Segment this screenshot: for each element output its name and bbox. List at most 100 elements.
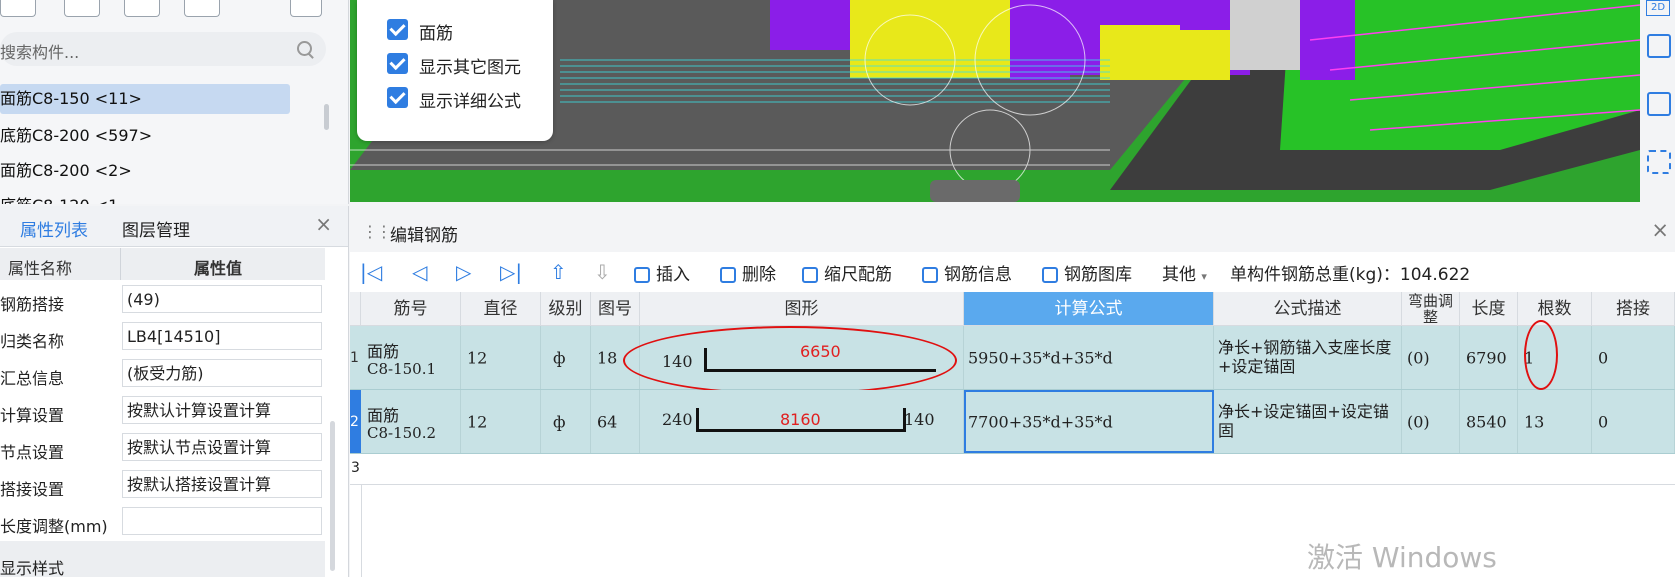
component-item[interactable]: 面筋C8-200 <2> [0, 156, 290, 186]
description-cell[interactable]: 净长+钢筋锚入支座长度+设定锚固 [1214, 326, 1402, 389]
column-header[interactable]: 计算公式 [964, 292, 1214, 326]
bend-cell[interactable]: (0) [1402, 326, 1460, 389]
insert-label: 插入 [656, 265, 690, 285]
scrollbar[interactable] [324, 104, 329, 130]
next-row-icon[interactable]: ▷ [456, 260, 471, 284]
column-header[interactable]: 图形 [640, 292, 964, 326]
copy-icon[interactable] [64, 0, 100, 17]
property-value[interactable]: 按默认节点设置计算 [122, 433, 322, 461]
column-header[interactable]: 根数 [1518, 292, 1592, 326]
table-row[interactable]: 1 面筋 C8-150.1 12 ф 18 140 6650 5950+35*d… [350, 320, 1675, 395]
library-label: 钢筋图库 [1064, 265, 1132, 285]
prev-row-icon[interactable]: ◁ [412, 260, 427, 284]
table-row[interactable]: 3 [350, 454, 1675, 485]
property-group-row[interactable]: 显示样式 [0, 541, 325, 577]
move-down-icon: ⇩ [594, 260, 611, 284]
figure-no-cell[interactable]: 64 [591, 390, 640, 453]
new-component-icon[interactable] [0, 0, 36, 17]
column-header[interactable]: 图号 [591, 292, 640, 326]
property-row: 钢筋搭接 (49) [0, 282, 325, 319]
formula-cell[interactable]: 7700+35*d+35*d [964, 390, 1214, 453]
other-menu-button[interactable]: 其他 ▾ [1162, 260, 1207, 285]
zoom-extent-icon[interactable] [1647, 150, 1671, 174]
lap-value: 0 [1598, 348, 1609, 367]
editor-titlebar: ⋮⋮ 编辑钢筋 × [350, 210, 1675, 252]
drag-handle-icon[interactable]: ⋮⋮ [362, 222, 392, 241]
property-name: 节点设置 [0, 443, 65, 462]
description-value: 净长+设定锚固+设定锚固 [1218, 402, 1389, 440]
more-icon[interactable] [290, 0, 322, 17]
lap-cell[interactable]: 0 [1592, 326, 1675, 389]
column-header[interactable]: 公式描述 [1214, 292, 1402, 326]
checkbox-icon[interactable] [387, 53, 408, 74]
close-icon[interactable]: × [1651, 218, 1669, 242]
component-item[interactable]: 底筋C8-120 <1 [0, 191, 290, 204]
shape-cell[interactable]: 140 6650 [623, 326, 964, 395]
delete-icon[interactable] [124, 0, 160, 17]
length-cell[interactable]: 8540 [1460, 390, 1518, 453]
lap-cell[interactable]: 0 [1592, 390, 1675, 453]
rebar-name: 面筋 [367, 342, 400, 361]
diameter-cell[interactable]: 12 [461, 390, 541, 453]
length-value: 8540 [1466, 412, 1507, 431]
move-up-icon[interactable]: ⇧ [550, 260, 567, 284]
insert-button[interactable]: 插入 [634, 260, 690, 285]
column-header[interactable]: 弯曲调整 [1402, 292, 1460, 326]
2d-view-button[interactable]: 2D [1646, 0, 1670, 16]
count-cell[interactable]: 1 [1518, 320, 1592, 390]
property-name: 计算设置 [0, 406, 65, 425]
grade-cell[interactable]: ф [541, 390, 591, 453]
column-header: 属性名称 [8, 259, 73, 278]
property-value[interactable] [122, 507, 322, 535]
component-item[interactable]: 面筋C8-150 <11> [0, 84, 290, 114]
column-header[interactable]: 级别 [541, 292, 591, 326]
last-row-icon[interactable]: ▷| [500, 260, 522, 284]
property-tabs: 属性列表 图层管理 × [0, 206, 348, 251]
rebar-name-cell[interactable]: 面筋 C8-150.1 [361, 326, 461, 389]
3d-box-icon[interactable] [1647, 34, 1671, 58]
diameter-cell[interactable]: 12 [461, 326, 541, 389]
scrollbar[interactable] [330, 421, 335, 571]
length-cell[interactable]: 6790 [1460, 326, 1518, 389]
count-cell[interactable]: 13 [1518, 390, 1592, 453]
column-header[interactable]: 直径(mm) [461, 292, 541, 326]
property-value[interactable]: LB4[14510] [122, 322, 322, 350]
checkbox-icon[interactable] [387, 19, 408, 40]
table-row[interactable]: 2 面筋 C8-150.2 12 ф 64 240 8160 140 7700+… [350, 390, 1675, 454]
tab-layer-manager[interactable]: 图层管理 [122, 216, 190, 241]
rebar-library-button[interactable]: 钢筋图库 [1042, 260, 1132, 285]
count-value: 13 [1524, 412, 1545, 431]
shape-cell[interactable]: 240 8160 140 [640, 390, 964, 453]
column-header[interactable]: 长度 [1460, 292, 1518, 326]
first-row-icon[interactable]: |◁ [360, 260, 382, 284]
scale-rebar-button[interactable]: 缩尺配筋 [802, 260, 892, 285]
column-header: 属性值 [194, 259, 243, 278]
column-header[interactable]: 筋号 [361, 292, 461, 326]
grade-value: ф [553, 348, 566, 367]
formula-value: 5950+35*d+35*d [968, 348, 1113, 367]
row-number[interactable]: 3 [351, 460, 360, 476]
copy-to-floor-icon[interactable] [184, 0, 220, 17]
library-icon [1042, 267, 1058, 283]
component-item[interactable]: 底筋C8-200 <597> [0, 121, 290, 151]
rebar-name-cell[interactable]: 面筋 C8-150.2 [361, 390, 461, 453]
solid-box-icon[interactable] [1647, 92, 1671, 116]
description-cell[interactable]: 净长+设定锚固+设定锚固 [1214, 390, 1402, 453]
property-value[interactable]: (49) [122, 285, 322, 313]
bend-cell[interactable]: (0) [1402, 390, 1460, 453]
column-header[interactable]: 搭接 [1592, 292, 1675, 326]
property-value[interactable]: 按默认计算设置计算 [122, 396, 322, 424]
property-value[interactable]: (板受力筋) [122, 359, 322, 387]
tab-property-list[interactable]: 属性列表 [14, 216, 94, 251]
close-icon[interactable]: × [315, 212, 332, 236]
rebar-info-button[interactable]: 钢筋信息 [922, 260, 1012, 285]
delete-button[interactable]: 删除 [720, 260, 776, 285]
property-value[interactable]: 按默认搭接设置计算 [122, 470, 322, 498]
grade-cell[interactable]: ф [541, 326, 591, 389]
search-icon[interactable] [297, 41, 312, 56]
formula-cell[interactable]: 5950+35*d+35*d [964, 326, 1214, 389]
row-number[interactable]: 1 [350, 326, 361, 389]
search-input[interactable]: 搜索构件... [0, 32, 326, 66]
row-number[interactable]: 2 [350, 390, 361, 453]
checkbox-icon[interactable] [387, 87, 408, 108]
